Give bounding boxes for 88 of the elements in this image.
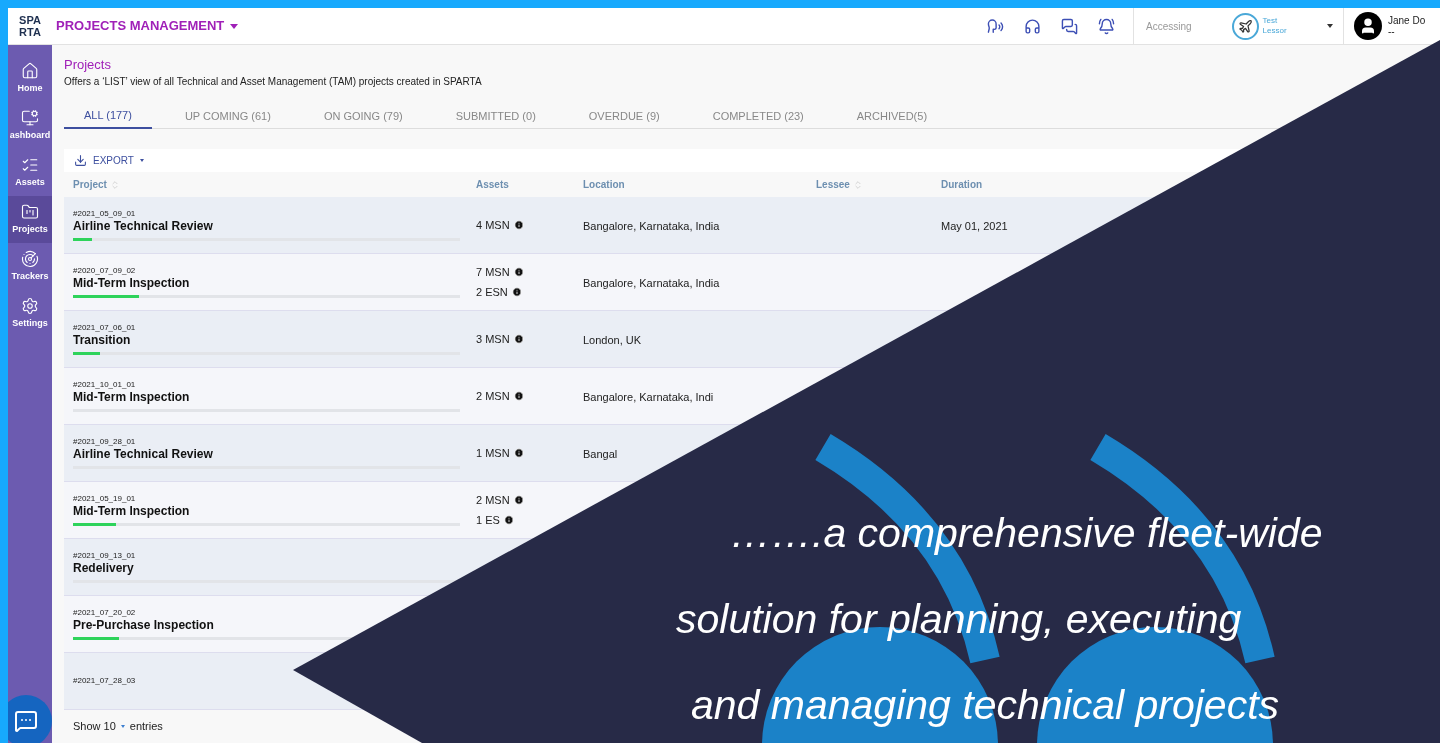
project-id: #2021_07_28_03 <box>73 676 137 686</box>
location: Bangalore, Karnataka, India <box>583 220 720 232</box>
column-header[interactable]: Assets <box>476 177 509 193</box>
chat-icon[interactable] <box>1061 17 1078 35</box>
user-name: Jane Do <box>1388 15 1426 26</box>
duration: May 01, 2021 <box>941 220 1008 232</box>
tab[interactable]: ARCHIVED(5) <box>836 103 948 129</box>
account-name: Test <box>1262 16 1279 26</box>
project-id: #2020_07_09_02 <box>73 266 137 276</box>
page-subtitle: Offers a ‘LIST’ view of all Technical and Asset Management (TAM) projects created in SPARTA <box>64 75 483 89</box>
info-icon[interactable] <box>503 514 514 525</box>
project-name[interactable]: Mid-Term Inspection <box>73 390 476 405</box>
project-id: #2021_05_09_01 <box>73 209 137 219</box>
asset-count: 1 ES <box>476 512 500 528</box>
column-header[interactable]: Project <box>73 177 120 193</box>
settings-icon <box>21 296 39 315</box>
caret-icon[interactable] <box>1327 24 1333 28</box>
sidebar-item[interactable]: ashboard <box>8 102 52 149</box>
tab[interactable]: ON GOING (79) <box>303 103 423 129</box>
headset-icon[interactable] <box>1024 17 1041 35</box>
asset-count: 4 MSN <box>476 217 510 233</box>
caret-icon <box>120 725 125 728</box>
info-icon[interactable] <box>513 448 524 458</box>
account-type: Lessor <box>1262 26 1287 36</box>
project-name[interactable]: Airline Technical Review <box>73 447 476 462</box>
project-name[interactable]: Redelivery <box>73 561 476 576</box>
column-header[interactable]: Lessee <box>816 177 863 193</box>
caret-icon <box>230 23 239 29</box>
location: London, UK <box>583 334 642 346</box>
logo: SPA RTA <box>18 14 42 38</box>
location: Bangalore, Karnataka, India <box>583 277 720 289</box>
project-id: #2021_07_20_02 <box>73 608 137 618</box>
accessing-label: Accessing <box>1146 19 1192 34</box>
download-icon <box>74 154 87 168</box>
sidebar-item[interactable]: Trackers <box>8 243 52 290</box>
info-icon[interactable] <box>513 220 524 230</box>
tab[interactable]: SUBMITTED (0) <box>435 103 556 129</box>
avatar-icon[interactable] <box>1354 12 1382 40</box>
monitor-icon <box>21 108 39 127</box>
module-dropdown[interactable]: PROJECTS MANAGEMENT <box>56 16 239 36</box>
project-name[interactable]: Mid-Term Inspection <box>73 276 476 291</box>
column-header[interactable]: Location <box>583 177 625 193</box>
tab[interactable]: ALL (177) <box>64 103 152 129</box>
voice-icon[interactable] <box>987 17 1004 35</box>
caret-icon <box>139 159 144 163</box>
project-id: #2021_09_13_01 <box>73 551 137 561</box>
asset-count: 7 MSN <box>476 265 510 280</box>
export-button[interactable]: EXPORT <box>64 149 144 173</box>
location: Bangal <box>583 448 618 460</box>
sidebar-item[interactable]: Settings <box>8 290 52 337</box>
info-icon[interactable] <box>511 286 522 297</box>
project-id: #2021_05_19_01 <box>73 494 137 504</box>
asset-count: 2 ESN <box>476 284 508 300</box>
asset-count: 3 MSN <box>476 331 510 347</box>
project-id: #2021_07_06_01 <box>73 323 137 333</box>
folder-icon <box>21 202 39 221</box>
radar-icon <box>21 249 39 268</box>
asset-count: 1 MSN <box>476 445 510 461</box>
location: Bangalore, Karnataka, Indi <box>583 391 714 403</box>
project-name[interactable]: Transition <box>73 333 476 348</box>
column-header[interactable]: Duration <box>941 177 983 193</box>
chat-button[interactable] <box>8 695 52 743</box>
entries-label: entries <box>129 719 163 735</box>
sort-icon <box>852 179 863 190</box>
tab[interactable]: COMPLETED (23) <box>692 103 824 129</box>
user-role: -- <box>1388 26 1396 37</box>
page-size-select[interactable]: Show 10 <box>73 718 125 735</box>
asset-count: 2 MSN <box>476 493 510 508</box>
project-id: #2021_10_01_01 <box>73 380 137 390</box>
sort-icon <box>109 179 120 190</box>
sidebar-item[interactable]: Home <box>8 55 52 102</box>
asset-count: 2 MSN <box>476 388 510 404</box>
tab[interactable]: OVERDUE (9) <box>568 103 680 129</box>
info-icon[interactable] <box>513 334 524 344</box>
sidebar-item[interactable]: Projects <box>8 196 52 243</box>
page-title: Projects <box>64 57 112 73</box>
project-name[interactable]: Airline Technical Review <box>73 219 476 234</box>
chat-bubble-icon <box>14 709 38 733</box>
tab[interactable]: UP COMING (61) <box>164 103 291 129</box>
sidebar-item[interactable]: Assets <box>8 149 52 196</box>
bell-icon[interactable] <box>1098 17 1115 35</box>
plane-icon <box>1231 12 1259 40</box>
project-id: #2021_09_28_01 <box>73 437 137 447</box>
project-name[interactable]: Mid-Term Inspection <box>73 504 476 519</box>
info-icon[interactable] <box>513 495 524 506</box>
home-icon <box>21 61 39 80</box>
info-icon[interactable] <box>513 267 524 278</box>
info-icon[interactable] <box>513 391 524 401</box>
